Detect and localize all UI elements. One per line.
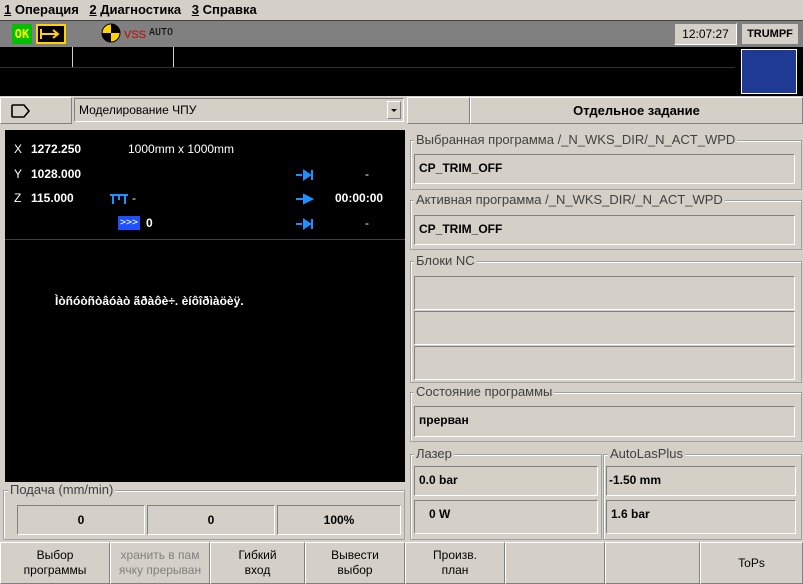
laser-title: Лазер — [414, 446, 454, 461]
softkey-flexible-entry[interactable]: Гибкий вход — [210, 542, 305, 584]
z-mid-value: - — [132, 191, 136, 205]
softkey-production-plan[interactable]: Произв. план — [405, 542, 505, 584]
active-program-value: CP_TRIM_OFF — [414, 215, 795, 245]
arrow-to-end-icon — [296, 169, 313, 181]
x-value: 1272.250 — [31, 142, 82, 156]
chevron-down-icon[interactable] — [387, 101, 401, 119]
menu-help[interactable]: 3 Справка — [188, 0, 260, 17]
feed-override: 100% — [277, 505, 401, 535]
job-side-cell — [407, 97, 470, 124]
softkey-tops[interactable]: ToPs — [700, 542, 803, 584]
softkey-save-interrupt[interactable]: хранить в пам ячку прерыван — [110, 542, 210, 584]
counter-value: 0 — [146, 216, 153, 230]
feed-value-2: 0 — [147, 505, 275, 535]
nc-blocks-title: Блоки NC — [414, 253, 477, 268]
autolas-distance: -1.50 mm — [606, 466, 796, 496]
y-value: 1028.000 — [31, 167, 82, 181]
softkey-output-selection[interactable]: Вывести выбор — [305, 542, 405, 584]
status-divider — [173, 47, 174, 67]
nc-block-row — [414, 276, 795, 310]
program-select-value: Моделирование ЧПУ — [79, 103, 197, 117]
y-right-value: - — [365, 167, 369, 181]
vss-label: VSS — [124, 29, 147, 41]
status-line — [0, 47, 803, 96]
mode-toggle-button[interactable] — [0, 97, 72, 124]
panel-divider — [5, 239, 405, 240]
position-panel: X 1272.250 1000mm x 1000mm Y 1028.000 - … — [5, 130, 405, 482]
z-time: 00:00:00 — [335, 191, 384, 205]
laser-pressure: 0.0 bar — [414, 466, 598, 496]
autolas-pressure: 1.6 bar — [606, 500, 796, 534]
active-program-title: Активная программа /_N_WKS_DIR/_N_ACT_WP… — [414, 192, 725, 207]
ok-indicator: OK — [12, 24, 32, 44]
sheet-size: 1000mm x 1000mm — [128, 142, 235, 156]
program-state-title: Состояние программы — [414, 384, 555, 399]
menu-diagnostics[interactable]: 2 Диагностика — [85, 0, 184, 17]
door-icon — [36, 24, 66, 44]
softkey-select-program[interactable]: Выбор программы — [0, 542, 110, 584]
selected-program-value: CP_TRIM_OFF — [414, 154, 795, 184]
counter-icon: >>> — [118, 216, 140, 230]
nc-block-row — [414, 346, 795, 380]
laser-power: 0 W — [414, 500, 598, 534]
counter-right-value: - — [365, 216, 369, 230]
arrow-right-icon — [296, 193, 315, 205]
menu-operation[interactable]: 1 Операция — [0, 0, 82, 17]
status-toolbar: OK VSS AUTO 12:07:27 TRUMPF — [0, 20, 803, 47]
mode-label: AUTO — [149, 27, 174, 38]
trumpf-logo: TRUMPF — [742, 24, 798, 44]
nc-block-row — [414, 311, 795, 345]
softkey-empty[interactable] — [505, 542, 605, 584]
program-state-value: прерван — [414, 406, 795, 437]
status-strip — [0, 67, 735, 95]
autolas-title: AutoLasPlus — [608, 446, 685, 461]
program-select[interactable]: Моделирование ЧПУ — [74, 98, 404, 122]
job-title: Отдельное задание — [470, 97, 803, 124]
menu-bar: 1 Операция 2 Диагностика 3 Справка — [0, 0, 803, 20]
arrow-right-icon — [11, 104, 31, 118]
brand-block — [741, 49, 797, 94]
x-axis-label: X — [14, 142, 23, 156]
selected-program-title: Выбранная программа /_N_WKS_DIR/_N_ACT_W… — [414, 132, 738, 147]
y-axis-label: Y — [14, 167, 23, 181]
gripper-icon — [110, 194, 128, 204]
clock: 12:07:27 — [674, 23, 737, 45]
z-value: 115.000 — [31, 191, 74, 205]
status-divider — [72, 47, 73, 67]
feed-title: Подача (mm/min) — [8, 482, 116, 497]
laser-target-icon — [101, 23, 121, 43]
arrow-to-end-icon — [296, 218, 313, 230]
z-axis-label: Z — [14, 191, 22, 205]
softkey-empty[interactable] — [605, 542, 700, 584]
feed-value-1: 0 — [17, 505, 145, 535]
graphics-message: Ìòñóòñòâóàò ãðàôè÷. èíôîðìàöèÿ. — [55, 294, 244, 308]
